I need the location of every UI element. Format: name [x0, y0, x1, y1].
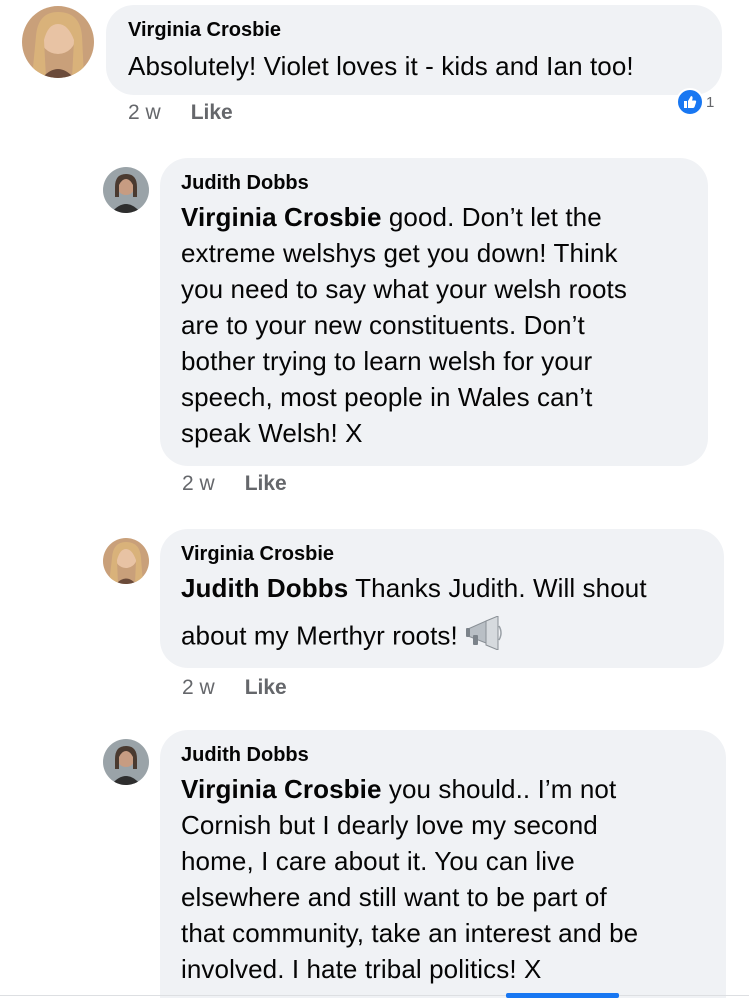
- comment-text-segment: you should.. I’m not: [381, 774, 617, 804]
- comment-bubble: Judith Dobbs Virginia Crosbie you should…: [160, 730, 726, 998]
- comment-text-line: home, I care about it. You can live: [181, 846, 575, 876]
- scroll-indicator: [506, 993, 619, 998]
- comment-timestamp[interactable]: 2 w: [182, 472, 215, 496]
- avatar-judith-dobbs[interactable]: [103, 167, 149, 213]
- comment-text-line: elsewhere and still want to be part of: [181, 882, 607, 912]
- comment-meta: 2 w Like: [128, 101, 233, 125]
- comment-text: Absolutely! Violet loves it - kids and I…: [128, 51, 634, 81]
- comment-text-line: speech, most people in Wales can’t: [181, 382, 593, 412]
- mention-link[interactable]: Virginia Crosbie: [181, 774, 382, 804]
- comment-bubble: Judith Dobbs Virginia Crosbie good. Don’…: [160, 158, 708, 466]
- comment-text-line: Judith Dobbs Thanks Judith. Will shout: [181, 570, 724, 606]
- avatar-judith-dobbs[interactable]: [103, 739, 149, 785]
- comment-bubble: Virginia Crosbie Absolutely! Violet love…: [106, 5, 722, 95]
- comment-meta: 2 w Like: [182, 676, 287, 700]
- avatar-virginia-crosbie[interactable]: [103, 538, 149, 584]
- comment-author[interactable]: Virginia Crosbie: [181, 542, 724, 566]
- comment-text-segment: good. Don’t let the: [381, 202, 602, 232]
- like-button[interactable]: Like: [245, 472, 287, 496]
- thumbs-up-icon: [676, 88, 704, 116]
- comment-text-line: extreme welshys get you down! Think: [181, 238, 618, 268]
- comment-text-line: involved. I hate tribal politics! X: [181, 954, 542, 984]
- mention-link[interactable]: Judith Dobbs: [181, 573, 348, 603]
- avatar-virginia-crosbie[interactable]: [22, 6, 94, 78]
- comment-text-line: you need to say what your welsh roots: [181, 274, 627, 304]
- comment-meta: 2 w Like: [182, 472, 287, 496]
- comment-text-line: Cornish but I dearly love my second: [181, 810, 598, 840]
- comment-text-segment: about my Merthyr roots!: [181, 620, 458, 651]
- reaction-count-value: 1: [706, 93, 715, 111]
- reaction-count[interactable]: 1: [676, 88, 714, 116]
- comment-text: Judith Dobbs Thanks Judith. Will shout a…: [181, 570, 724, 659]
- comment-author[interactable]: Virginia Crosbie: [128, 18, 722, 42]
- comment-bubble: Virginia Crosbie Judith Dobbs Thanks Jud…: [160, 529, 724, 668]
- comment-author[interactable]: Judith Dobbs: [181, 171, 708, 195]
- comment-text-line: that community, take an interest and be: [181, 918, 639, 948]
- comment-text-segment: Thanks Judith. Will shout: [348, 573, 647, 603]
- comment-text: Virginia Crosbie you should.. I’m not Co…: [181, 771, 726, 987]
- comment-text-line: about my Merthyr roots!: [181, 615, 724, 659]
- mention-link[interactable]: Virginia Crosbie: [181, 202, 382, 232]
- comment-text-line: Virginia Crosbie you should.. I’m not: [181, 771, 726, 807]
- comment-text-line: Virginia Crosbie good. Don’t let the: [181, 199, 708, 235]
- comment-text-line: are to your new constituents. Don’t: [181, 310, 585, 340]
- like-button[interactable]: Like: [191, 101, 233, 125]
- like-button[interactable]: Like: [245, 676, 287, 700]
- comment-text: Virginia Crosbie good. Don’t let the ext…: [181, 199, 708, 451]
- comment-text-line: bother trying to learn welsh for your: [181, 346, 593, 376]
- megaphone-icon: [464, 615, 504, 659]
- comment-author[interactable]: Judith Dobbs: [181, 743, 726, 767]
- bottom-divider: [0, 995, 749, 996]
- comment-text-line: speak Welsh! X: [181, 418, 363, 448]
- comment-timestamp[interactable]: 2 w: [128, 101, 161, 125]
- comment-timestamp[interactable]: 2 w: [182, 676, 215, 700]
